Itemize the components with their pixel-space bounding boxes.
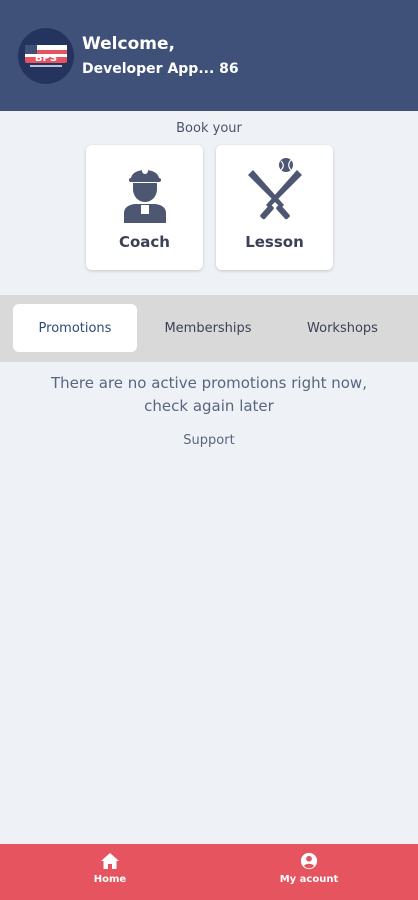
book-coach-card[interactable]: Coach: [86, 145, 203, 270]
coach-label: Coach: [118, 233, 170, 251]
coach-icon: [123, 168, 166, 223]
tab-promotions[interactable]: Promotions: [13, 304, 137, 352]
nav-home-label: Home: [93, 874, 127, 885]
app-header: BPS Welcome, Developer App... 86: [0, 0, 418, 111]
avatar[interactable]: BPS: [18, 27, 74, 84]
book-lesson-card[interactable]: Lesson: [216, 145, 333, 270]
home-icon: [101, 853, 119, 869]
support-link[interactable]: Support: [0, 433, 418, 448]
welcome-block: Welcome, Developer App... 86: [82, 33, 239, 79]
nav-my-account[interactable]: My acount: [269, 852, 349, 885]
nav-account-label: My acount: [279, 874, 339, 885]
baseball-bats-icon: [247, 158, 302, 220]
welcome-title: Welcome,: [82, 33, 175, 54]
account-icon: [300, 852, 318, 870]
tab-workshops[interactable]: Workshops: [280, 304, 405, 352]
empty-promotions-message: There are no active promotions right now…: [51, 374, 367, 415]
lesson-label: Lesson: [245, 233, 304, 251]
bottom-nav: Home My acount: [0, 844, 418, 900]
nav-home[interactable]: Home: [80, 852, 140, 885]
promotion-tabs: Promotions Memberships Workshops: [0, 295, 418, 362]
logo-text: BPS: [35, 53, 57, 64]
tab-memberships[interactable]: Memberships: [145, 304, 271, 352]
book-your-label: Book your: [176, 121, 242, 136]
brand-logo: BPS: [25, 44, 67, 67]
username: Developer App... 86: [82, 60, 239, 77]
